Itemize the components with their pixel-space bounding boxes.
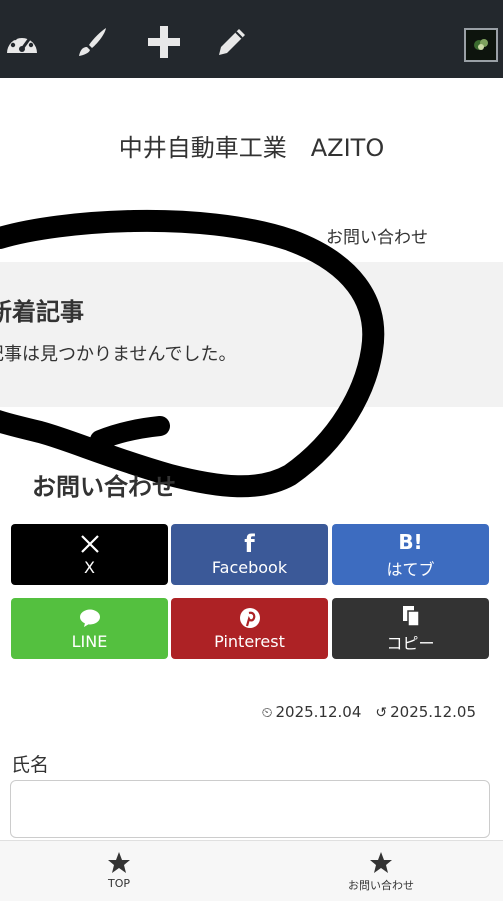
copy-icon bbox=[401, 604, 421, 628]
widget-title: 新着記事 bbox=[0, 298, 84, 326]
dashboard-icon[interactable] bbox=[2, 22, 42, 62]
facebook-icon: f bbox=[244, 530, 255, 558]
name-field-label: 氏名 bbox=[11, 754, 50, 776]
admin-bar bbox=[0, 0, 503, 78]
pinterest-icon bbox=[239, 606, 261, 630]
share-label: LINE bbox=[71, 632, 108, 651]
name-field[interactable] bbox=[10, 780, 490, 838]
avatar[interactable] bbox=[464, 28, 498, 62]
share-x-button[interactable]: X bbox=[11, 524, 168, 585]
share-pinterest-button[interactable]: Pinterest bbox=[171, 598, 328, 659]
share-label: Facebook bbox=[211, 558, 288, 577]
bottom-nav-top[interactable]: TOP bbox=[49, 851, 189, 890]
share-facebook-button[interactable]: f Facebook bbox=[171, 524, 328, 585]
share-label: コピー bbox=[386, 633, 435, 653]
bottom-nav: TOP お問い合わせ bbox=[0, 840, 503, 901]
clock-icon: ⏲ bbox=[261, 705, 273, 721]
post-dates: ⏲ 2025.12.04 ↺ 2025.12.05 bbox=[262, 703, 476, 721]
bottom-nav-label: お問い合わせ bbox=[348, 879, 414, 892]
plus-icon[interactable] bbox=[144, 22, 184, 62]
pencil-icon[interactable] bbox=[212, 22, 252, 62]
bottom-nav-label: TOP bbox=[107, 877, 130, 890]
share-label: はてブ bbox=[386, 559, 435, 579]
nav-contact-link[interactable]: お問い合わせ bbox=[326, 223, 428, 248]
share-line-button[interactable]: LINE bbox=[11, 598, 168, 659]
history-icon: ↺ bbox=[375, 705, 388, 721]
x-icon bbox=[80, 532, 100, 556]
brush-icon[interactable] bbox=[72, 22, 112, 62]
bottom-nav-contact[interactable]: お問い合わせ bbox=[311, 851, 451, 893]
star-icon bbox=[49, 851, 189, 877]
share-label: Pinterest bbox=[214, 632, 285, 651]
updated-date: ↺ 2025.12.05 bbox=[375, 703, 476, 721]
line-icon bbox=[79, 606, 101, 630]
share-label: X bbox=[84, 558, 95, 577]
site-title[interactable]: 中井自動車工業 AZITO bbox=[0, 128, 503, 163]
share-hatena-button[interactable]: B! はてブ bbox=[332, 524, 489, 585]
hatena-icon: B! bbox=[398, 529, 423, 554]
page-heading: お問い合わせ bbox=[32, 473, 176, 501]
star-icon bbox=[311, 851, 451, 877]
recent-posts-widget: 新着記事 記事は見つかりませんでした。 bbox=[0, 262, 503, 407]
widget-message: 記事は見つかりませんでした。 bbox=[0, 344, 237, 365]
share-copy-button[interactable]: コピー bbox=[332, 598, 489, 659]
published-date: ⏲ 2025.12.04 bbox=[261, 703, 362, 721]
